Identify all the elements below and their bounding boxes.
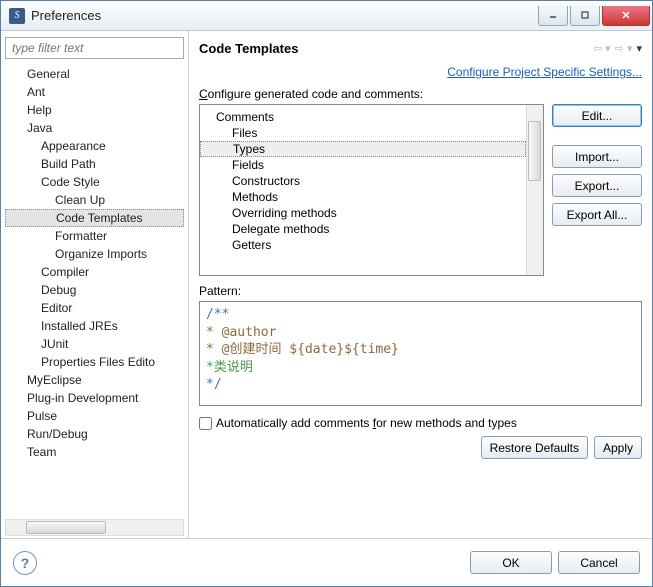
sidebar-item-debug[interactable]: Debug [5,281,184,299]
sidebar-item-installed-jres[interactable]: Installed JREs [5,317,184,335]
section-label: Configure generated code and comments: [199,87,642,101]
sidebar-item-organize-imports[interactable]: Organize Imports [5,245,184,263]
sidebar-item-code-templates[interactable]: Code Templates [5,209,184,227]
sidebar-item-properties-files-edito[interactable]: Properties Files Edito [5,353,184,371]
menu-icon[interactable]: ▾ [636,42,642,55]
configure-project-link[interactable]: Configure Project Specific Settings... [447,65,642,79]
preferences-window: S Preferences GeneralAntHelpJavaAppearan… [0,0,653,587]
titlebar[interactable]: S Preferences [1,1,652,31]
template-item-types[interactable]: Types [200,141,526,157]
sidebar-item-team[interactable]: Team [5,443,184,461]
minimize-button[interactable] [538,6,568,26]
export-all-button[interactable]: Export All... [552,203,642,226]
page-title: Code Templates [199,41,593,56]
sidebar-item-clean-up[interactable]: Clean Up [5,191,184,209]
sidebar-item-plug-in-development[interactable]: Plug-in Development [5,389,184,407]
filter-input[interactable] [5,37,184,59]
import-button[interactable]: Import... [552,145,642,168]
sidebar-item-build-path[interactable]: Build Path [5,155,184,173]
template-item-overriding-methods[interactable]: Overriding methods [200,205,526,221]
category-tree[interactable]: GeneralAntHelpJavaAppearanceBuild PathCo… [5,63,184,519]
sidebar-item-help[interactable]: Help [5,101,184,119]
sidebar-item-code-style[interactable]: Code Style [5,173,184,191]
close-button[interactable] [602,6,650,26]
sidebar-item-run-debug[interactable]: Run/Debug [5,425,184,443]
auto-comments-label: Automatically add comments for new metho… [216,416,517,430]
window-title: Preferences [31,8,536,23]
template-item-constructors[interactable]: Constructors [200,173,526,189]
template-item-delegate-methods[interactable]: Delegate methods [200,221,526,237]
sidebar-item-junit[interactable]: JUnit [5,335,184,353]
help-icon[interactable]: ? [13,551,37,575]
template-item-methods[interactable]: Methods [200,189,526,205]
template-item-comments[interactable]: Comments [200,109,526,125]
sidebar-item-formatter[interactable]: Formatter [5,227,184,245]
template-item-files[interactable]: Files [200,125,526,141]
app-icon: S [9,8,25,24]
sidebar-item-pulse[interactable]: Pulse [5,407,184,425]
restore-defaults-button[interactable]: Restore Defaults [481,436,588,459]
export-button[interactable]: Export... [552,174,642,197]
back-icon[interactable]: ⇦ ▾ [593,42,611,55]
auto-comments-checkbox[interactable] [199,417,212,430]
template-list[interactable]: CommentsFilesTypesFieldsConstructorsMeth… [199,104,544,276]
forward-icon[interactable]: ⇨ ▾ [615,42,633,55]
edit-button[interactable]: Edit... [552,104,642,127]
ok-button[interactable]: OK [470,551,552,574]
sidebar-item-java[interactable]: Java [5,119,184,137]
sidebar-item-appearance[interactable]: Appearance [5,137,184,155]
pattern-preview: /** * @author * @创建时间 ${date}${time} *类说… [199,301,642,406]
sidebar-item-myeclipse[interactable]: MyEclipse [5,371,184,389]
footer: ? OK Cancel [1,538,652,586]
template-list-vscrollbar[interactable] [526,105,543,275]
sidebar-item-compiler[interactable]: Compiler [5,263,184,281]
sidebar-hscrollbar[interactable] [5,519,184,536]
pattern-label: Pattern: [199,284,642,298]
nav-icons: ⇦ ▾ ⇨ ▾ ▾ [593,42,642,55]
apply-button[interactable]: Apply [594,436,642,459]
content-pane: Code Templates ⇦ ▾ ⇨ ▾ ▾ Configure Proje… [189,31,652,538]
template-item-getters[interactable]: Getters [200,237,526,253]
sidebar: GeneralAntHelpJavaAppearanceBuild PathCo… [1,31,189,538]
body: GeneralAntHelpJavaAppearanceBuild PathCo… [1,31,652,538]
maximize-button[interactable] [570,6,600,26]
cancel-button[interactable]: Cancel [558,551,640,574]
sidebar-item-ant[interactable]: Ant [5,83,184,101]
sidebar-item-editor[interactable]: Editor [5,299,184,317]
template-item-fields[interactable]: Fields [200,157,526,173]
sidebar-item-general[interactable]: General [5,65,184,83]
